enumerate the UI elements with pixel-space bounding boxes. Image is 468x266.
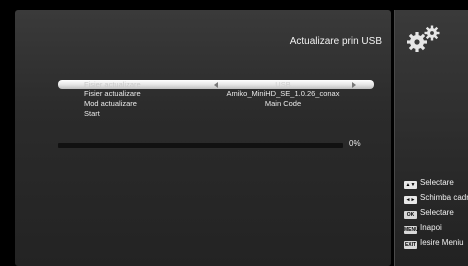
menu-key-icon: MENU [404,226,419,234]
exit-key-icon: EXIT [404,241,417,249]
help-item-ok: OK Selectare [404,208,468,223]
menu-label: Fisier actualizare [84,80,141,87]
menu-row-upgrade-mode[interactable]: Mod actualizare Main Code [58,99,374,109]
up-down-key-icon: ▲▼ [404,181,417,189]
help-legend: ▲▼Selectare ◄►Schimba cadru OKSelectare … [404,178,468,253]
menu-value: USB [275,80,291,87]
menu-value: Main Code [264,99,302,108]
help-label: Schimba cadru [420,193,468,202]
help-label: Iesire Meniu [420,238,464,247]
help-item-select: ▲▼ Selectare [404,178,468,193]
help-item-change: ◄►Schimba cadru [404,193,468,208]
help-label: Inapoi [420,223,442,232]
menu-value: Amiko_MiniHD_SE_1.0.26_conax [226,89,340,98]
menu-row-upgrade-file[interactable]: Fisier actualizare Amiko_MiniHD_SE_1.0.2… [58,89,374,99]
screen: Actualizare prin USB Fisier actualizare … [0,0,468,266]
ok-key-icon: OK [404,211,417,219]
menu-label: Start [84,109,100,118]
arrow-right-icon[interactable] [352,82,356,88]
gear-icon [407,25,440,52]
menu-label: Fisier actualizare [84,89,141,98]
update-menu: Fisier actualizare USB Fisier actualizar… [58,80,374,119]
menu-row-upgrade-source[interactable]: Fisier actualizare USB [58,80,374,89]
left-right-key-icon: ◄► [404,196,417,204]
progress-bar [58,143,343,148]
help-label: Selectare [420,178,454,187]
help-item-back: MENUInapoi [404,223,468,238]
help-label: Selectare [420,208,454,217]
page-title: Actualizare prin USB [289,36,382,47]
menu-label: Mod actualizare [84,99,137,108]
help-item-exit: EXIT Iesire Meniu [404,238,468,253]
menu-row-start[interactable]: Start [58,109,374,119]
main-panel [15,10,391,266]
progress-percent: 0% [349,139,361,148]
